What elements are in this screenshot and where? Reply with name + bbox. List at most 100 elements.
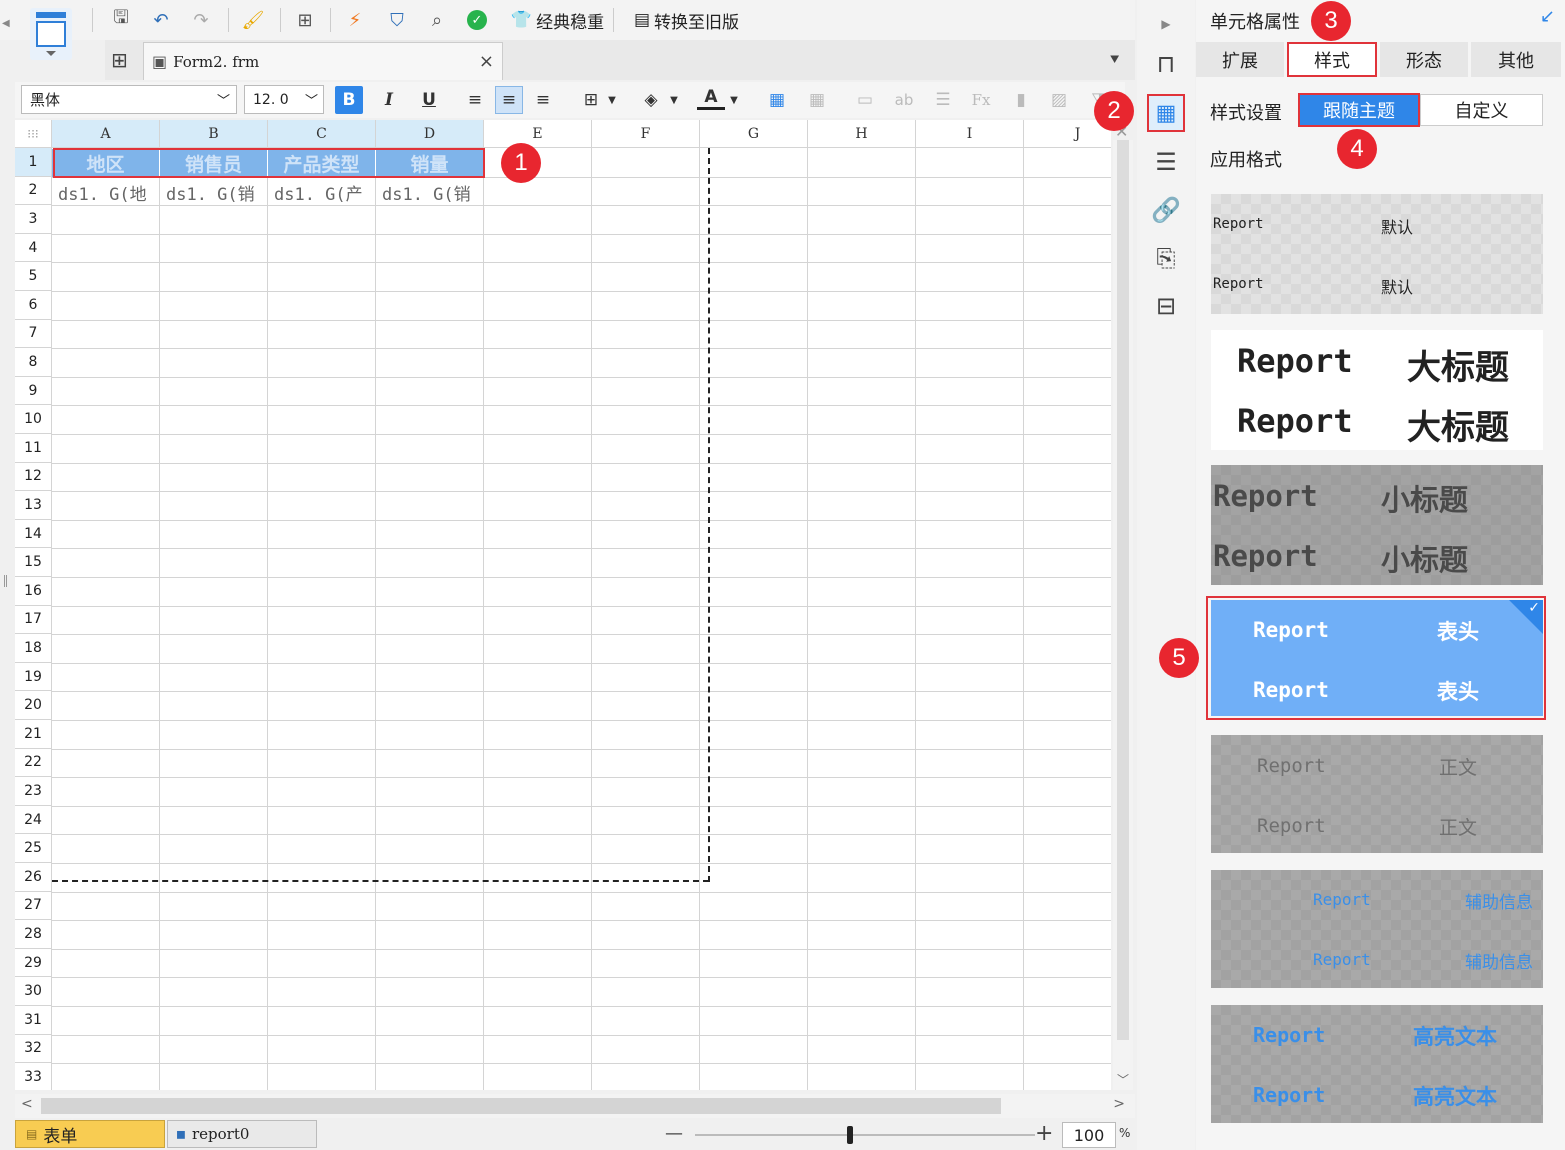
row-header-3[interactable]: 3 <box>15 205 52 234</box>
row-header-14[interactable]: 14 <box>15 519 52 549</box>
insert-cell-icon[interactable]: ▦ <box>763 86 791 114</box>
redo-icon[interactable]: ↷ <box>186 6 216 34</box>
row-header-29[interactable]: 29 <box>15 948 52 978</box>
row-header-28[interactable]: 28 <box>15 920 52 949</box>
row-header-27[interactable]: 27 <box>15 891 52 921</box>
style-option-highlight[interactable]: Report 高亮文本 Report 高亮文本 <box>1211 1005 1543 1123</box>
row-header-19[interactable]: 19 <box>15 662 52 692</box>
row-header-2[interactable]: 2 <box>15 176 52 206</box>
resize-handle[interactable] <box>4 575 7 587</box>
column-header-g[interactable]: G <box>700 120 808 148</box>
tab-other[interactable]: 其他 <box>1471 42 1561 77</box>
spreadsheet-grid[interactable]: ⁝⁝⁝ ABCDEFGHIJ 1 2 3 4 5 6 7 8 9 10 11 12 13 14 15 16 17… <box>15 120 1111 1090</box>
row-header-20[interactable]: 20 <box>15 691 52 720</box>
column-header-i[interactable]: I <box>916 120 1024 148</box>
data-cell[interactable]: ds1. G(产 <box>268 178 376 206</box>
app-logo-icon[interactable] <box>30 8 72 60</box>
row-header-13[interactable]: 13 <box>15 491 52 520</box>
fill-color-icon[interactable]: ◈ <box>637 86 665 114</box>
font-color-icon[interactable]: A <box>697 86 725 110</box>
row-header-7[interactable]: 7 <box>15 319 52 349</box>
row-header-21[interactable]: 21 <box>15 720 52 749</box>
row-header-23[interactable]: 23 <box>15 777 52 806</box>
save-icon[interactable]: 🖫 <box>106 6 136 34</box>
row-header-8[interactable]: 8 <box>15 348 52 377</box>
check-icon[interactable]: ✓ <box>462 6 492 34</box>
row-header-4[interactable]: 4 <box>15 233 52 263</box>
chevron-down-icon[interactable]: ▼ <box>727 86 741 114</box>
convert-legacy-button[interactable]: ▤ 转换至旧版 <box>624 6 749 34</box>
text-search-icon[interactable]: ⊞ <box>290 6 320 34</box>
row-header-5[interactable]: 5 <box>15 262 52 291</box>
condition-attribute-icon[interactable]: ☰ <box>1150 146 1182 178</box>
pin-panel-icon[interactable]: ↙ <box>1540 6 1555 27</box>
row-header-33[interactable]: 33 <box>15 1063 52 1090</box>
data-cell[interactable]: ds1. G(地 <box>52 178 160 206</box>
custom-button[interactable]: 自定义 <box>1420 94 1543 126</box>
data-cell[interactable]: ds1. G(销 <box>160 178 268 206</box>
shield-icon[interactable]: ⛉ <box>382 6 412 34</box>
zoom-out-button[interactable]: — <box>665 1123 683 1144</box>
table-icon[interactable]: ▦ <box>803 86 831 114</box>
row-header-6[interactable]: 6 <box>15 291 52 320</box>
theme-button[interactable]: 👕 经典稳重 <box>505 6 610 34</box>
style-option-auxiliary[interactable]: Report 辅助信息 Report 辅助信息 <box>1211 870 1543 988</box>
formula-icon[interactable]: Fx <box>967 86 995 114</box>
file-tab[interactable]: ▣ Form2. frm × <box>143 42 503 80</box>
align-center-icon[interactable]: ≡ <box>495 86 523 114</box>
tree-structure-icon[interactable]: ⊟ <box>1150 290 1182 322</box>
column-header-c[interactable]: C <box>268 120 376 148</box>
close-tab-icon[interactable]: × <box>479 51 494 72</box>
cell-attribute-icon[interactable]: ▦ <box>1147 94 1185 132</box>
grid-layout-icon[interactable]: ⊞ <box>111 48 128 72</box>
format-painter-icon[interactable]: 🖌 <box>238 6 268 34</box>
row-header-22[interactable]: 22 <box>15 748 52 778</box>
undo-icon[interactable]: ↶ <box>146 6 176 34</box>
column-header-h[interactable]: H <box>808 120 916 148</box>
sheet-tab-report[interactable]: ◼ report0 <box>167 1120 317 1148</box>
row-header-24[interactable]: 24 <box>15 805 52 835</box>
follow-theme-button[interactable]: 跟随主题 <box>1298 93 1420 127</box>
column-header-a[interactable]: A <box>52 120 160 148</box>
select-all-corner[interactable]: ⁝⁝⁝ <box>15 120 52 148</box>
style-option-big-title[interactable]: Report 大标题 Report 大标题 <box>1211 330 1543 450</box>
preview-search-icon[interactable]: ⌕ <box>422 6 452 34</box>
row-header-18[interactable]: 18 <box>15 634 52 663</box>
merge-icon[interactable]: ▭ <box>851 86 879 114</box>
chevron-right-icon[interactable]: ▶ <box>1150 8 1182 40</box>
lightning-icon[interactable]: ⚡ <box>340 6 370 34</box>
row-header-15[interactable]: 15 <box>15 548 52 577</box>
sheet-tab-form[interactable]: ▤ 表单 <box>15 1120 165 1148</box>
page-setup-icon[interactable]: ⎘ <box>1150 242 1182 274</box>
chevron-right-icon[interactable]: > <box>1113 1096 1125 1112</box>
collapse-left-icon[interactable]: ◀ <box>2 18 10 29</box>
data-cell[interactable]: ds1. G(销 <box>376 178 484 206</box>
style-option-subtitle[interactable]: Report 小标题 Report 小标题 <box>1211 465 1543 585</box>
image-icon[interactable]: ▨ <box>1045 86 1073 114</box>
row-header-1[interactable]: 1 <box>15 148 52 177</box>
row-header-9[interactable]: 9 <box>15 376 52 406</box>
row-header-31[interactable]: 31 <box>15 1006 52 1035</box>
column-header-d[interactable]: D <box>376 120 484 148</box>
list-icon[interactable]: ☰ <box>929 86 957 114</box>
pin-icon[interactable]: ⯆ <box>1108 50 1121 70</box>
row-header-25[interactable]: 25 <box>15 834 52 863</box>
column-header-f[interactable]: F <box>592 120 700 148</box>
border-icon[interactable]: ⊞ <box>577 86 605 114</box>
row-header-30[interactable]: 30 <box>15 977 52 1006</box>
column-header-e[interactable]: E <box>484 120 592 148</box>
zoom-slider[interactable] <box>695 1134 1035 1136</box>
style-option-default[interactable]: Report 默认 Report 默认 <box>1211 194 1543 314</box>
zoom-in-button[interactable]: + <box>1035 1121 1053 1146</box>
row-header-17[interactable]: 17 <box>15 605 52 635</box>
chevron-left-icon[interactable]: < <box>21 1096 33 1112</box>
column-header-b[interactable]: B <box>160 120 268 148</box>
hyperlink-icon[interactable]: 🔗 <box>1150 194 1182 226</box>
row-header-10[interactable]: 10 <box>15 405 52 434</box>
underline-button[interactable]: U <box>415 86 443 114</box>
vertical-scrollbar[interactable]: ﹀ <box>1113 140 1133 1090</box>
tab-expand[interactable]: 扩展 <box>1196 42 1284 77</box>
row-header-11[interactable]: 11 <box>15 434 52 463</box>
zoom-input[interactable]: 100 <box>1062 1122 1116 1148</box>
row-header-12[interactable]: 12 <box>15 462 52 492</box>
